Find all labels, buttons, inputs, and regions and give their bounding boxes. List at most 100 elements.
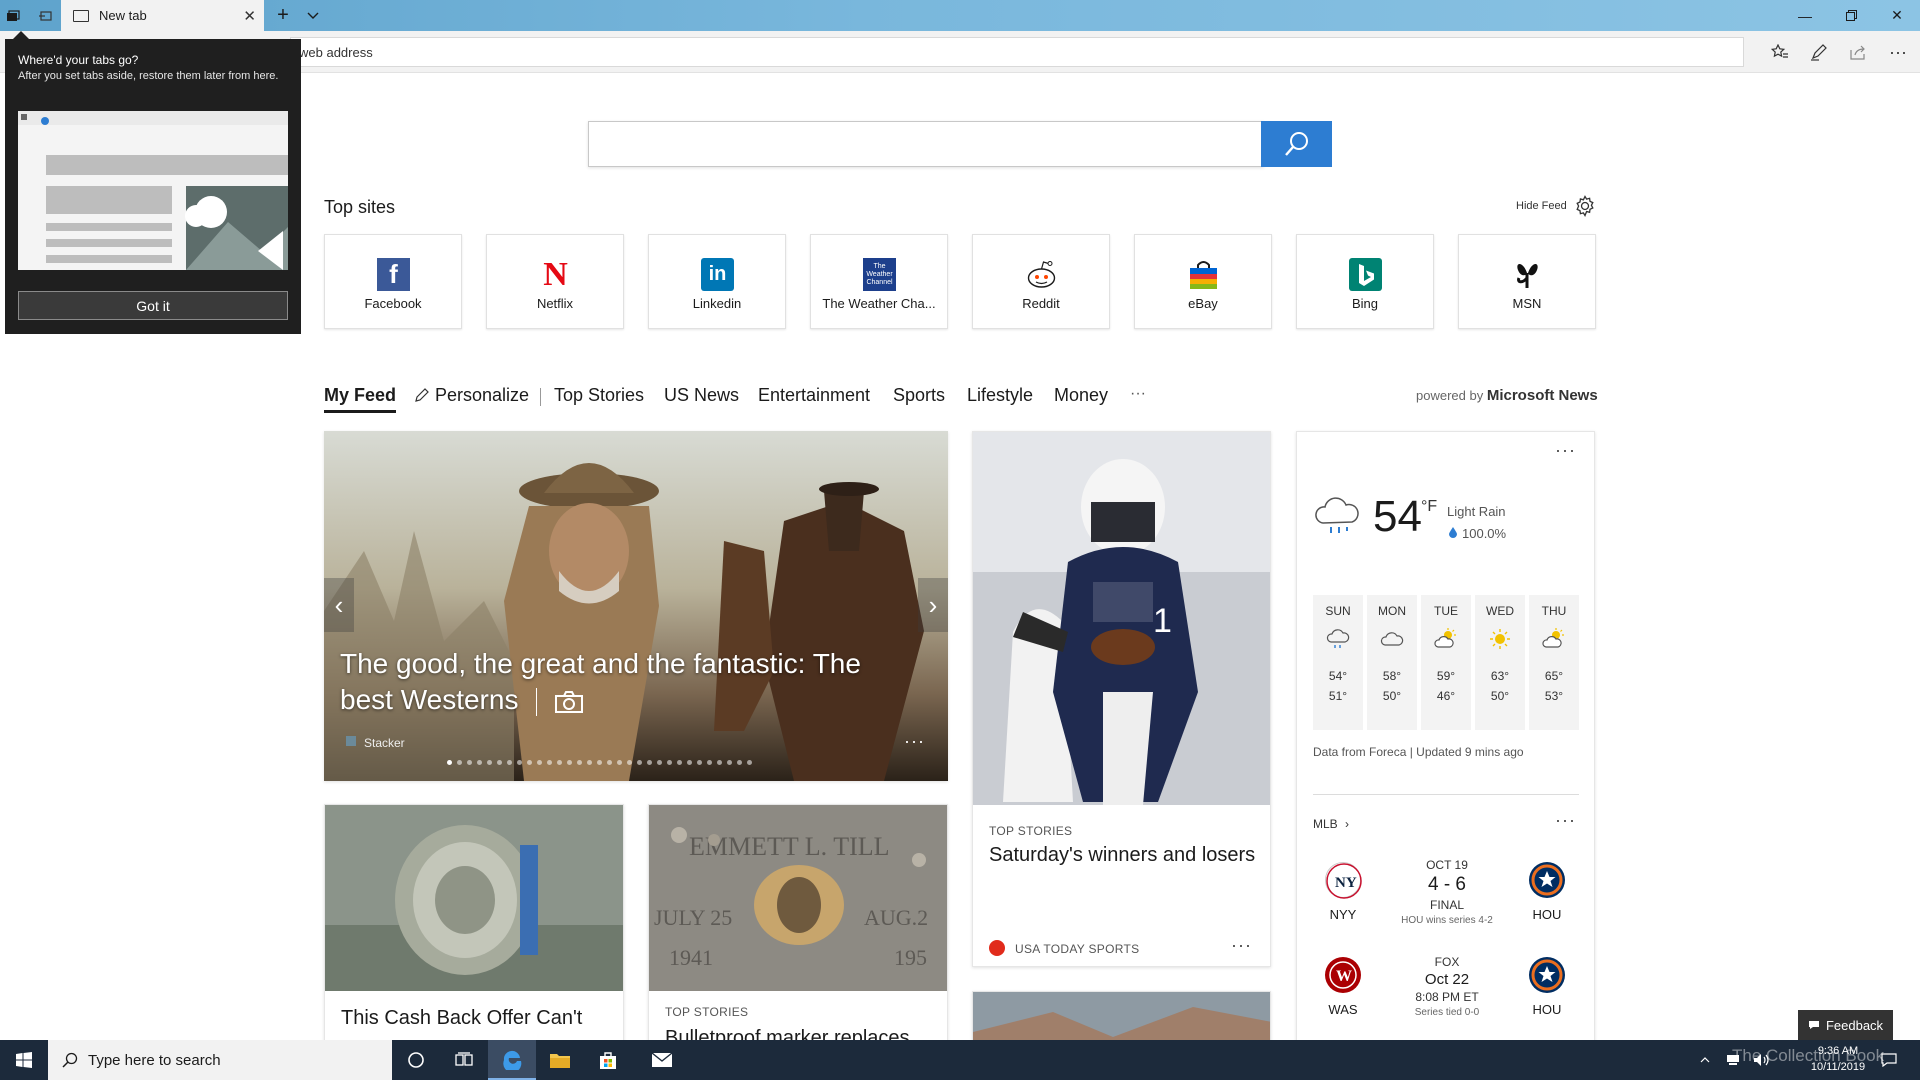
set-aside-icon [39, 10, 52, 21]
game-status: FINAL [1429, 898, 1464, 912]
gear-icon[interactable] [1574, 195, 1596, 217]
task-view-button[interactable] [440, 1040, 488, 1080]
forecast-day-label: THU [1541, 604, 1567, 618]
chevron-down-icon [307, 12, 319, 19]
svg-text:195: 195 [894, 945, 927, 970]
tab-my-feed[interactable]: My Feed [324, 385, 397, 413]
chevron-right-icon: › [1345, 817, 1350, 831]
forecast-high: 58° [1382, 669, 1402, 683]
linkedin-icon: in [701, 258, 734, 291]
hero-title: The good, the great and the fantastic: T… [340, 646, 900, 718]
store-button[interactable] [584, 1040, 632, 1080]
tab-sports[interactable]: Sports [893, 385, 945, 406]
top-site-label: MSN [1512, 296, 1542, 311]
game-summary: FOX Oct 22 8:08 PM ET Series tied 0-0 [1397, 955, 1497, 1018]
close-tab-icon[interactable]: ✕ [243, 7, 256, 25]
title-divider [536, 687, 538, 716]
forecast-high: 65° [1544, 669, 1564, 683]
got-it-button[interactable]: Got it [18, 291, 288, 320]
popup-illustration [18, 111, 288, 270]
carousel-dots[interactable] [447, 760, 752, 765]
weather-more-button[interactable]: ··· [1555, 440, 1576, 461]
top-site-bing[interactable]: Bing [1296, 234, 1434, 329]
tab-actions-button[interactable] [0, 0, 26, 31]
powered-prefix: powered by [1416, 388, 1484, 403]
top-site-netflix[interactable]: N Netflix [486, 234, 624, 329]
tab-personalize[interactable]: Personalize [414, 385, 529, 406]
system-clock[interactable]: 9:36 AM 10/11/2019 [1808, 1043, 1868, 1075]
forecast-low: 50° [1382, 689, 1402, 703]
search-button[interactable] [1261, 121, 1332, 167]
top-site-reddit[interactable]: Reddit [972, 234, 1110, 329]
search-input[interactable] [588, 121, 1264, 167]
feedback-button[interactable]: Feedback [1798, 1010, 1893, 1040]
story-card-cash[interactable]: This Cash Back Offer Can't [324, 804, 624, 1054]
cortana-button[interactable] [392, 1040, 440, 1080]
popup-title: Where'd your tabs go? [18, 53, 139, 67]
tab-new-tab[interactable]: New tab ✕ [61, 0, 264, 31]
tab-top-stories[interactable]: Top Stories [554, 385, 644, 406]
restore-button[interactable] [1828, 0, 1874, 31]
taskbar-search[interactable]: Type here to search [48, 1040, 392, 1080]
new-tab-button[interactable]: + [270, 0, 296, 31]
top-site-facebook[interactable]: f Facebook [324, 234, 462, 329]
tab-money[interactable]: Money [1054, 385, 1108, 406]
mlb-more-button[interactable]: ··· [1555, 810, 1576, 831]
marker-image: EMMETT L. TILL JULY 25 AUG.2 1941 195 [649, 805, 947, 991]
minimize-button[interactable]: — [1782, 0, 1828, 31]
personalize-label: Personalize [435, 385, 530, 405]
raindrop-icon [1449, 527, 1457, 538]
favorites-button[interactable] [1768, 40, 1792, 64]
notes-button[interactable] [1807, 40, 1831, 64]
hero-image [324, 431, 948, 781]
set-tabs-aside-button[interactable] [30, 0, 60, 31]
story-card-marker[interactable]: EMMETT L. TILL JULY 25 AUG.2 1941 195 TO… [648, 804, 948, 1054]
edge-taskbar-button[interactable] [488, 1040, 536, 1080]
svg-text:1: 1 [1153, 602, 1172, 640]
top-site-label: The Weather Cha... [822, 296, 936, 311]
file-explorer-button[interactable] [536, 1040, 584, 1080]
top-site-ebay[interactable]: eBay [1134, 234, 1272, 329]
mlb-link[interactable]: MLB › [1313, 817, 1349, 831]
section-divider [1313, 794, 1579, 795]
star-list-icon [1771, 44, 1788, 58]
restore-icon [1845, 10, 1857, 21]
nav-more-button[interactable]: ··· [1130, 385, 1146, 403]
more-menu-button[interactable]: ··· [1886, 40, 1910, 64]
show-hidden-icons-button[interactable] [1690, 1040, 1720, 1080]
clock-time: 9:36 AM [1817, 1045, 1859, 1057]
close-window-button[interactable]: ✕ [1874, 0, 1920, 31]
story-card-sports[interactable]: 1 TOP STORIES Saturday's winners and los… [972, 431, 1271, 967]
start-button[interactable] [0, 1040, 48, 1080]
reddit-icon [1025, 258, 1058, 291]
hide-feed-button[interactable]: Hide Feed [1516, 200, 1567, 212]
game-summary: OCT 19 4 - 6 FINAL HOU wins series 4-2 [1397, 858, 1497, 926]
share-button[interactable] [1846, 40, 1870, 64]
top-site-label: Reddit [1022, 296, 1060, 311]
hero-more-button[interactable]: ··· [904, 731, 925, 752]
next-slide-button[interactable]: › [918, 578, 948, 632]
top-site-msn[interactable]: MSN [1458, 234, 1596, 329]
tab-us-news[interactable]: US News [664, 385, 739, 406]
feedback-icon [1808, 1021, 1819, 1029]
address-input[interactable] [290, 37, 1744, 67]
forecast-day-label: MON [1378, 604, 1406, 618]
nationals-logo-icon: W [1325, 957, 1361, 993]
clock-date: 10/11/2019 [1810, 1061, 1866, 1073]
tab-entertainment[interactable]: Entertainment [758, 385, 870, 406]
series-note: HOU wins series 4-2 [1401, 915, 1493, 926]
story-more-button[interactable]: ··· [1231, 935, 1252, 956]
partly-sunny-icon [1434, 628, 1456, 648]
nav-divider [540, 388, 541, 406]
camera-icon [555, 690, 584, 713]
tab-title: New tab [99, 8, 147, 23]
hero-title-text: The good, the great and the fantastic: T… [340, 648, 861, 715]
top-site-weather-channel[interactable]: The Weather Channel The Weather Cha... [810, 234, 948, 329]
previous-slide-button[interactable]: ‹ [324, 578, 354, 632]
top-site-linkedin[interactable]: in Linkedin [648, 234, 786, 329]
hero-story-card[interactable]: ‹ › The good, the great and the fantasti… [324, 431, 948, 781]
mail-button[interactable] [638, 1040, 686, 1080]
facebook-icon: f [377, 258, 410, 291]
tab-lifestyle[interactable]: Lifestyle [967, 385, 1033, 406]
tab-preview-button[interactable] [300, 0, 326, 31]
